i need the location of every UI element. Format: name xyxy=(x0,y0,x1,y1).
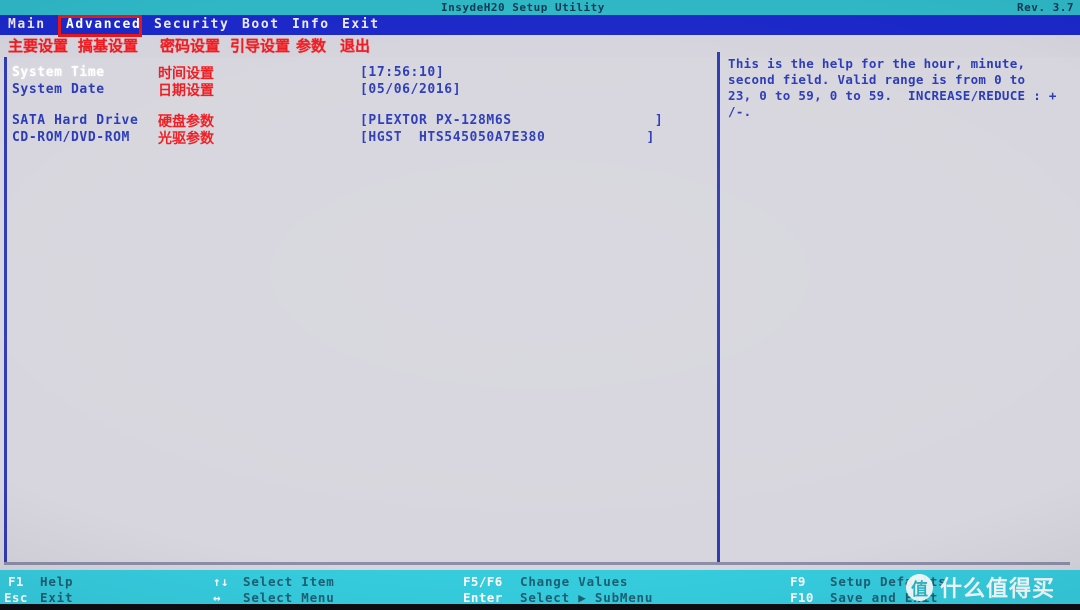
setting-label: System Date xyxy=(12,82,105,97)
menu-annotation-boot: 引导设置 xyxy=(230,37,291,55)
watermark-text: 什么值得买 xyxy=(940,577,1056,602)
help-text-line: second field. Valid range is from 0 to xyxy=(728,72,1026,87)
setting-annotation: 时间设置 xyxy=(158,66,214,82)
setting-value[interactable]: [17:56:10] xyxy=(360,65,444,81)
app-title: InsydeH20 Setup Utility xyxy=(441,1,605,14)
menu-chinese-annotations: 主要设置 搞基设置 密码设置 引导设置 参数 退出 xyxy=(0,36,1080,58)
shortcut-description: Help xyxy=(40,574,74,589)
table-row[interactable]: System Time [17:56:10] xyxy=(12,65,712,81)
menu-item-info[interactable]: Info xyxy=(288,15,334,35)
panel-divider xyxy=(717,52,720,564)
shortcut-key: F9 xyxy=(790,574,806,589)
menu-item-boot[interactable]: Boot xyxy=(238,15,284,35)
menu-annotation-advanced: 搞基设置 xyxy=(78,37,139,55)
setting-label: SATA Hard Drive xyxy=(12,113,139,128)
watermark: 值 什么值得买 xyxy=(906,572,1055,602)
setting-label: CD-ROM/DVD-ROM xyxy=(12,130,130,145)
shortcut-description: Change Values xyxy=(520,574,629,589)
table-row[interactable]: CD-ROM/DVD-ROM [HGST HTS545050A7E380 ] xyxy=(12,130,712,146)
bios-setup-screen: InsydeH20 Setup Utility Rev. 3.7 Main Adv… xyxy=(0,0,1080,610)
menu-item-advanced[interactable]: Advanced xyxy=(62,15,145,35)
help-panel: This is the help for the hour, minute, se… xyxy=(728,56,1072,120)
menu-item-main[interactable]: Main xyxy=(4,15,50,35)
setting-value[interactable]: [HGST HTS545050A7E380 ] xyxy=(360,130,655,146)
panel-left-border xyxy=(4,57,7,565)
setting-annotation: 光驱参数 xyxy=(158,131,214,147)
table-row[interactable]: System Date [05/06/2016] xyxy=(12,82,712,98)
revision-label: Rev. 3.7 xyxy=(1017,1,1074,14)
shortcut-key: F1 xyxy=(8,574,24,589)
setting-annotation: 硬盘参数 xyxy=(158,114,214,130)
setting-value[interactable]: [PLEXTOR PX-128M6S ] xyxy=(360,113,663,129)
menu-annotation-main: 主要设置 xyxy=(8,37,69,55)
monitor-bezel xyxy=(0,604,1080,610)
help-text-line: This is the help for the hour, minute, xyxy=(728,56,1026,71)
setting-annotation: 日期设置 xyxy=(158,83,214,99)
menu-item-security[interactable]: Security xyxy=(150,15,233,35)
shortcut-key: ↑↓ xyxy=(213,574,229,589)
help-text-line: 23, 0 to 59, 0 to 59. INCREASE/REDUCE : … xyxy=(728,88,1057,103)
shortcut-key: F5/F6 xyxy=(463,574,503,589)
menu-annotation-info: 参数 xyxy=(296,37,327,55)
help-text-line: /-. xyxy=(728,104,752,119)
table-row[interactable]: SATA Hard Drive [PLEXTOR PX-128M6S ] xyxy=(12,113,712,129)
setting-value[interactable]: [05/06/2016] xyxy=(360,82,461,98)
menu-annotation-security: 密码设置 xyxy=(160,37,221,55)
title-bar: InsydeH20 Setup Utility Rev. 3.7 xyxy=(0,0,1080,15)
panel-bottom-border xyxy=(4,562,1070,565)
watermark-badge-icon: 值 xyxy=(906,573,933,601)
setting-label: System Time xyxy=(12,65,105,80)
menu-annotation-exit: 退出 xyxy=(340,37,371,55)
shortcut-description: Select Item xyxy=(243,574,335,589)
menu-item-exit[interactable]: Exit xyxy=(338,15,384,35)
